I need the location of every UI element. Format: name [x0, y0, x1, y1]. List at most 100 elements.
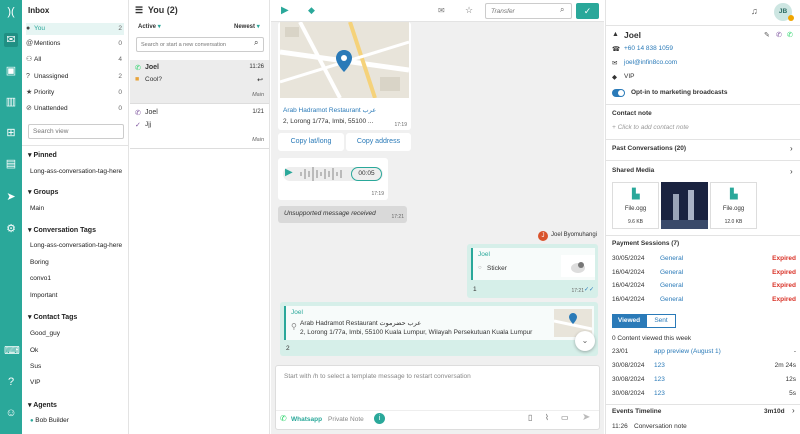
tag-icon[interactable]: ◆ [308, 5, 315, 16]
star-icon: ★ [26, 89, 33, 96]
whatsapp-icon: ✆ [280, 414, 287, 423]
inbox-item-priority[interactable]: ★ Priority 0 [26, 87, 124, 99]
viewed-row[interactable]: 30/08/2024 123 12s [612, 376, 796, 388]
viewed-row[interactable]: 30/08/2024 123 5s [612, 390, 796, 402]
copy-address-button[interactable]: Copy address [346, 133, 411, 151]
conversation-tags-header[interactable]: ▾ Conversation Tags [28, 226, 96, 234]
profile-icon[interactable]: ☺ [4, 406, 18, 420]
quoted-reply[interactable]: Joel ⚲ Arab Hadramot Restaurant عرب حضرم… [284, 306, 594, 340]
contact-tag-item[interactable]: VIP [30, 377, 124, 389]
groups-header[interactable]: ▾ Groups [28, 188, 58, 196]
bell-icon[interactable]: ♫ [751, 6, 758, 16]
payment-row[interactable]: 16/04/2024 General Expired [612, 296, 796, 308]
settings-icon[interactable]: ⚙ [4, 222, 18, 236]
composer: Start with /h to select a template messa… [275, 365, 600, 430]
help-icon[interactable]: ? [4, 375, 18, 389]
media-image[interactable] [661, 182, 708, 229]
agent-avatar: J [538, 231, 548, 241]
inbox-title: Inbox [28, 6, 50, 15]
contact-tags-header[interactable]: ▾ Contact Tags [28, 313, 77, 321]
tag-item[interactable]: convo1 [30, 273, 124, 285]
ban-icon: ⊘ [26, 105, 32, 112]
payment-row[interactable]: 16/04/2024 General Expired [612, 282, 796, 294]
group-item-main[interactable]: Main [30, 203, 124, 215]
chevron-right-icon[interactable]: › [790, 144, 793, 153]
filter-dropdown[interactable]: Active ▾ [138, 23, 161, 30]
reports-icon[interactable]: ▥ [4, 95, 18, 109]
star-icon[interactable]: ☆ [465, 5, 473, 16]
tag-item[interactable]: Important [30, 290, 124, 302]
map-image[interactable] [280, 22, 409, 98]
pinned-item[interactable]: Long-ass-conversation-tag-here [30, 166, 124, 178]
logo-icon[interactable]: )( [4, 5, 18, 19]
payment-row[interactable]: 16/04/2024 General Expired [612, 269, 796, 281]
contact-note-input[interactable]: + Click to add contact note [612, 124, 689, 131]
scroll-down-button[interactable]: ⌄ [575, 331, 595, 351]
video-icon[interactable]: ▶ [281, 5, 289, 16]
menu-icon[interactable]: ☰ [135, 5, 143, 15]
quoted-reply[interactable]: Joel ○ Sticker [471, 248, 595, 280]
user-icon: ● [26, 25, 31, 32]
agents-header[interactable]: ▾ Agents [28, 401, 57, 409]
media-file[interactable]: ▙ File.ogg 12.0 KB [710, 182, 757, 229]
people-icon: ⚇ [26, 56, 33, 63]
keyboard-icon[interactable]: ⌨ [4, 344, 20, 358]
tag-item[interactable]: Long-ass-conversation-tag-here [30, 240, 124, 252]
double-check-icon: ✓✓ [583, 287, 594, 293]
chat-toolbar: ▶ ◆ ✉ ☆ ⌕ ✓ [271, 0, 604, 22]
viewed-row[interactable]: 30/08/2024 123 2m 24s [612, 362, 796, 374]
send-icon[interactable]: ➤ [582, 412, 590, 423]
past-conversations-link[interactable]: Past Conversations (20) [612, 145, 686, 152]
location-message: Arab Hadramot Restaurant عرب 2, Lorong 1… [278, 22, 411, 130]
private-note-tab[interactable]: Private Note [328, 416, 364, 423]
inbox-item-unattended[interactable]: ⊘ Unattended 0 [26, 103, 124, 115]
inbox-icon[interactable]: ✉ [4, 33, 18, 47]
play-icon[interactable]: ▶ [285, 167, 293, 178]
template-icon[interactable]: ▯ [528, 413, 532, 422]
edit-icon[interactable]: ✎ [764, 31, 770, 39]
org-icon[interactable]: ⊞ [4, 126, 18, 140]
optin-toggle[interactable] [612, 89, 625, 97]
conversation-item[interactable]: ✆ Joel 1/21 ✓ Jjj Main [130, 105, 269, 149]
copy-latlong-button[interactable]: Copy lat/long [278, 133, 344, 151]
contacts-icon[interactable]: ▣ [4, 64, 18, 78]
agent-item[interactable]: ● Bob Builder [30, 415, 124, 427]
check-icon: ✓ [135, 122, 141, 129]
media-file[interactable]: ▙ File.ogg 9.6 KB [612, 182, 659, 229]
broadcast-icon[interactable]: ▤ [4, 157, 18, 171]
channel-tab[interactable]: Whatsapp [291, 416, 322, 423]
conversation-item[interactable]: ✆ Joel 11:26 ■ Cool? ↩ Main [130, 60, 269, 104]
conversation-search-input[interactable] [136, 37, 264, 52]
chevron-right-icon[interactable]: › [790, 167, 793, 176]
tab-sent[interactable]: Sent [646, 314, 676, 328]
code-icon[interactable]: ▭ [561, 413, 569, 422]
inbox-item-you[interactable]: ● You 2 [26, 23, 124, 35]
resolve-button[interactable]: ✓ [576, 3, 599, 19]
pinned-header[interactable]: ▾ Pinned [28, 151, 57, 159]
info-icon[interactable]: i [374, 413, 385, 424]
viber-icon[interactable]: ✆ [776, 31, 782, 39]
tab-viewed[interactable]: Viewed [612, 314, 646, 328]
message-input[interactable]: Start with /h to select a template messa… [284, 373, 471, 380]
contact-tag-item[interactable]: Good_guy [30, 328, 124, 340]
inbox-item-unassigned[interactable]: ? Unassigned 2 [26, 71, 124, 83]
chevron-right-icon[interactable]: › [792, 406, 795, 415]
mail-icon[interactable]: ✉ [438, 6, 445, 15]
transfer-input[interactable] [485, 3, 572, 19]
attachment-icon[interactable]: ⌇ [545, 413, 549, 422]
sort-dropdown[interactable]: Newest ▾ [234, 23, 260, 30]
inbox-item-all[interactable]: ⚇ All 4 [26, 54, 124, 66]
tag-item[interactable]: Boring [30, 257, 124, 269]
inbox-item-mentions[interactable]: @Mentions 0 [26, 38, 124, 50]
search-view-input[interactable] [28, 124, 124, 139]
viewed-row[interactable]: 23/01 app preview (August 1) - [612, 348, 796, 360]
contact-tag-item[interactable]: Sus [30, 361, 124, 373]
chevron-down-icon: ▾ [157, 24, 161, 30]
payment-row[interactable]: 30/05/2024 General Expired [612, 255, 796, 267]
whatsapp-icon[interactable]: ✆ [787, 31, 793, 39]
chevron-down-icon: ▾ [256, 24, 260, 30]
contact-sidebar: ♫ JB ▲ Joel ✎ ✆ ✆ ☎ +60 14 838 1059 ✉ jo… [605, 0, 800, 434]
campaign-icon[interactable]: ➤ [4, 190, 18, 204]
contact-tag-item[interactable]: Ok [30, 345, 124, 357]
viber-icon: ✆ [135, 110, 141, 117]
